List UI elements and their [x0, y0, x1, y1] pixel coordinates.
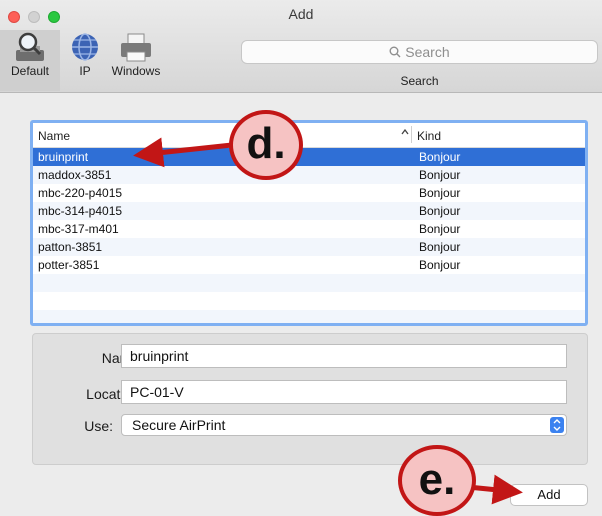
list-header: Name Kind: [33, 123, 585, 148]
callout-e: e.: [398, 445, 476, 516]
row-name: mbc-220-p4015: [38, 186, 123, 200]
printer-list[interactable]: Name Kind bruinprint Bonjour maddox-3851…: [30, 120, 588, 326]
printer-icon: [116, 30, 156, 64]
list-row[interactable]: potter-3851 Bonjour: [33, 256, 585, 274]
printer-details-panel: Name: bruinprint Location: PC-01-V Use: …: [32, 333, 588, 465]
list-row-empty: [33, 274, 585, 292]
magnifier-printer-icon: [10, 30, 50, 64]
row-kind: Bonjour: [419, 258, 461, 272]
use-select-value: Secure AirPrint: [132, 417, 226, 433]
add-printer-window: Add Default IP Windows Search Search Nam…: [0, 0, 602, 516]
name-field[interactable]: bruinprint: [121, 344, 567, 368]
row-kind: Bonjour: [419, 186, 461, 200]
toolbar-default-label: Default: [10, 64, 50, 78]
toolbar-windows-label: Windows: [111, 64, 161, 78]
window-title: Add: [288, 6, 314, 22]
use-select[interactable]: Secure AirPrint: [121, 414, 567, 436]
search-icon: [389, 44, 405, 60]
row-name: maddox-3851: [38, 168, 112, 182]
row-name: bruinprint: [38, 150, 89, 164]
list-row[interactable]: patton-3851 Bonjour: [33, 238, 585, 256]
toolbar-default-button[interactable]: Default: [0, 30, 60, 91]
add-button[interactable]: Add: [510, 484, 588, 506]
column-header-name[interactable]: Name: [38, 129, 70, 143]
row-name: potter-3851: [38, 258, 100, 272]
search-placeholder: Search: [405, 44, 450, 60]
list-row-empty: [33, 292, 585, 310]
search-label: Search: [400, 74, 439, 88]
globe-icon: [65, 30, 105, 64]
row-kind: Bonjour: [419, 150, 461, 164]
list-row[interactable]: mbc-220-p4015 Bonjour: [33, 184, 585, 202]
row-name: mbc-314-p4015: [38, 204, 123, 218]
location-field[interactable]: PC-01-V: [121, 380, 567, 404]
toolbar-ip-label: IP: [79, 64, 91, 78]
list-row-bruinprint[interactable]: bruinprint Bonjour: [33, 148, 585, 166]
sort-chevron-icon[interactable]: [401, 128, 409, 140]
toolbar-ip-button[interactable]: IP: [62, 30, 108, 78]
row-name: mbc-317-m401: [38, 222, 119, 236]
row-kind: Bonjour: [419, 204, 461, 218]
row-name: patton-3851: [38, 240, 103, 254]
select-stepper-icon: [550, 417, 564, 433]
callout-d: d.: [229, 110, 303, 180]
list-row[interactable]: mbc-317-m401 Bonjour: [33, 220, 585, 238]
toolbar-windows-button[interactable]: Windows: [106, 30, 166, 78]
list-rows: bruinprint Bonjour maddox-3851 Bonjour m…: [33, 148, 585, 323]
row-kind: Bonjour: [419, 240, 461, 254]
column-header-kind[interactable]: Kind: [417, 129, 441, 143]
title-bar: Add Default IP Windows Search Search: [0, 0, 602, 93]
list-row[interactable]: maddox-3851 Bonjour: [33, 166, 585, 184]
column-divider: [411, 126, 412, 143]
list-row-empty: [33, 310, 585, 323]
row-kind: Bonjour: [419, 168, 461, 182]
search-input[interactable]: Search: [241, 40, 598, 64]
row-kind: Bonjour: [419, 222, 461, 236]
use-label: Use:: [84, 418, 113, 434]
list-row[interactable]: mbc-314-p4015 Bonjour: [33, 202, 585, 220]
